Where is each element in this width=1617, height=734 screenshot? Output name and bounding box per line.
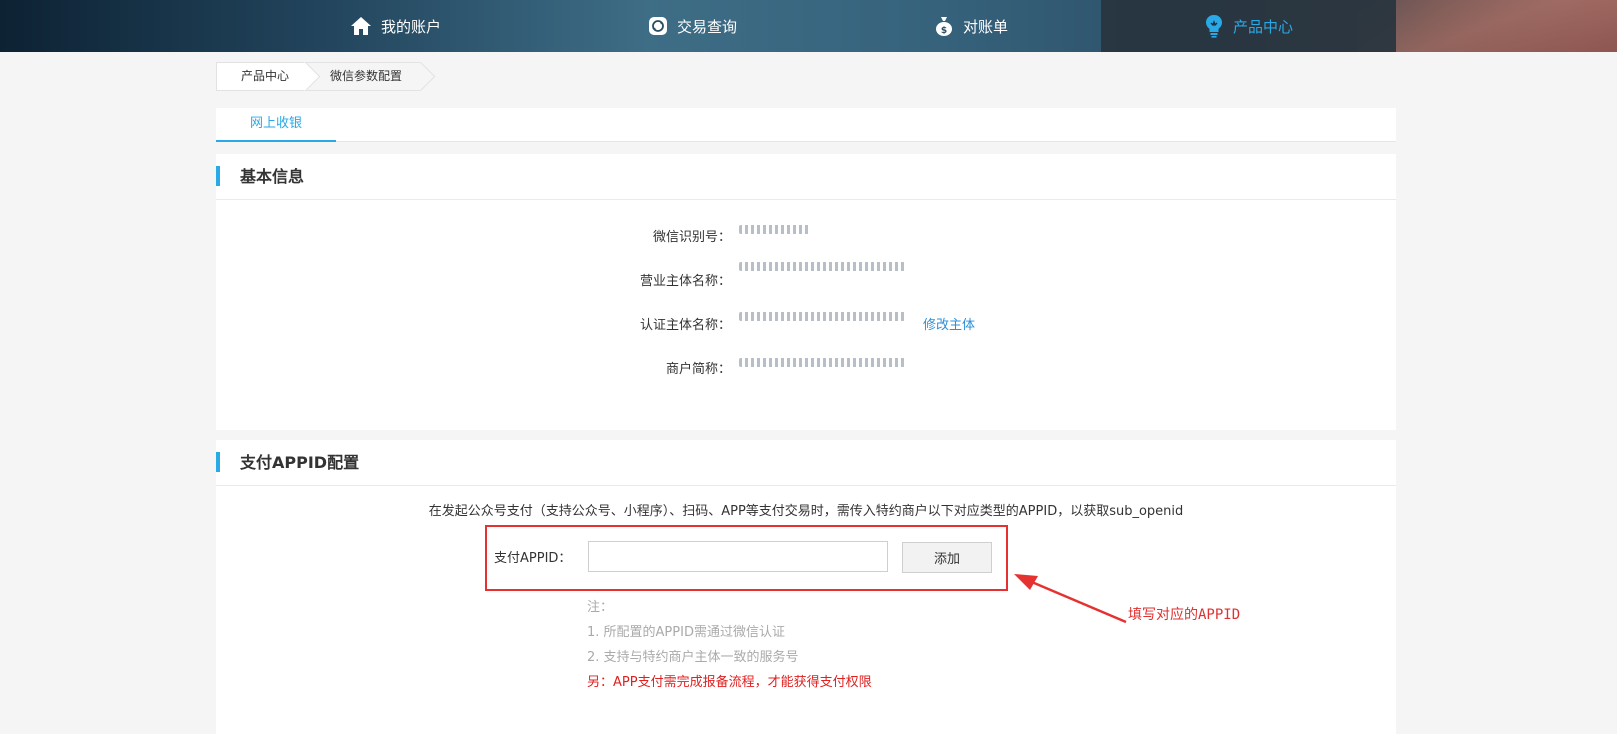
- section-accent-bar: [216, 166, 220, 186]
- svg-text:$: $: [941, 26, 947, 36]
- appid-description: 在发起公众号支付（支持公众号、小程序）、扫码、APP等支付交易时，需传入特约商户…: [428, 504, 1184, 519]
- exchange-icon: [648, 16, 668, 36]
- modify-entity-link[interactable]: 修改主体: [923, 314, 975, 333]
- nav-item-label: 我的账户: [380, 17, 441, 36]
- basic-info-panel: 基本信息 微信识别号： 营业主体名称： 认证主体名称： 修改主体 商户简称：: [216, 154, 1396, 430]
- nav-item-label: 对账单: [962, 17, 1008, 36]
- notes-heading: 注：: [587, 600, 614, 615]
- breadcrumb: 产品中心 微信参数配置: [216, 62, 421, 91]
- lightbulb-icon: [1204, 14, 1224, 38]
- redacted-value: [739, 223, 811, 238]
- panel-header: 支付APPID配置: [216, 440, 1396, 486]
- nav-item-product-center[interactable]: 产品中心: [1101, 0, 1396, 52]
- info-label: 营业主体名称：: [639, 274, 731, 289]
- nav-item-my-account[interactable]: 我的账户: [247, 0, 544, 52]
- nav-item-label: 产品中心: [1232, 17, 1293, 36]
- appid-input[interactable]: [588, 541, 888, 572]
- tab-bar: 网上收银: [216, 108, 1396, 142]
- note-warning: 另：APP支付需完成报备流程，才能获得支付权限: [587, 675, 872, 690]
- breadcrumb-item-product-center[interactable]: 产品中心: [216, 62, 306, 91]
- nav-item-label: 交易查询: [676, 17, 737, 36]
- nav-item-transaction-query[interactable]: 交易查询: [544, 0, 841, 52]
- home-icon: [350, 16, 372, 36]
- appid-field-label: 支付APPID：: [494, 551, 572, 566]
- section-title: 支付APPID配置: [240, 453, 360, 472]
- nav-item-statement[interactable]: $ 对账单: [841, 0, 1101, 52]
- redacted-value: [739, 310, 905, 325]
- redacted-value: [739, 260, 905, 275]
- info-row-wechat-id: 微信识别号：: [216, 223, 1396, 246]
- info-label: 认证主体名称：: [639, 318, 731, 333]
- header-background-image: [1357, 0, 1617, 52]
- info-row-business-entity: 营业主体名称：: [216, 262, 1396, 290]
- note-item: 2. 支持与特约商户主体一致的服务号: [587, 650, 799, 665]
- money-bag-icon: $: [934, 15, 954, 37]
- info-row-merchant-short-name: 商户简称：: [216, 358, 1396, 378]
- panel-header: 基本信息: [216, 154, 1396, 200]
- top-navigation: 我的账户 交易查询 $ 对账单 产品中心: [0, 0, 1617, 52]
- tab-online-cashier[interactable]: 网上收银: [216, 108, 336, 142]
- breadcrumb-item-wechat-config: 微信参数配置: [305, 62, 421, 91]
- annotation-arrow-icon: [1014, 574, 1127, 624]
- info-label: 商户简称：: [665, 362, 731, 377]
- info-row-certified-entity: 认证主体名称： 修改主体: [216, 312, 1396, 334]
- redacted-value: [739, 356, 905, 371]
- annotation-text: 填写对应的APPID: [1128, 607, 1241, 623]
- info-label: 微信识别号：: [652, 230, 731, 245]
- add-button[interactable]: 添加: [902, 542, 992, 573]
- section-title: 基本信息: [240, 167, 305, 186]
- section-accent-bar: [216, 452, 220, 472]
- note-item: 1. 所配置的APPID需通过微信认证: [587, 625, 785, 640]
